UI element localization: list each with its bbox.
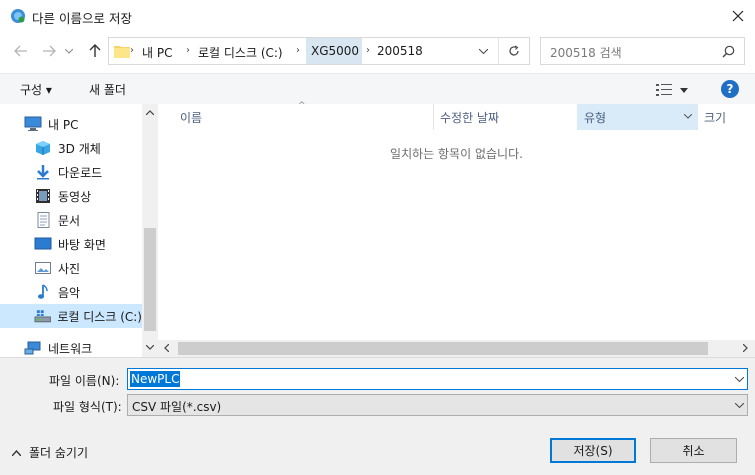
sidebar-item-music[interactable]: 음악 xyxy=(0,280,142,304)
save-form: 파일 이름(N): NewPLC 파일 형식(T): CSV 파일(*.csv)… xyxy=(0,357,755,475)
toolbar: 구성 ▾ 새 폴더 ? xyxy=(0,73,755,104)
arrow-up-icon xyxy=(89,44,101,57)
breadcrumb-local-disk[interactable]: 로컬 디스크 (C:) xyxy=(198,44,283,61)
download-icon xyxy=(37,165,49,180)
chevron-down-icon xyxy=(684,114,692,119)
document-icon xyxy=(37,212,50,228)
network-icon xyxy=(24,341,41,355)
back-button[interactable] xyxy=(10,38,32,64)
details-view-icon xyxy=(656,84,672,96)
close-icon xyxy=(732,10,743,22)
drive-icon xyxy=(34,310,51,323)
window-title: 다른 이름으로 저장 xyxy=(32,11,132,26)
desktop-icon xyxy=(34,237,52,250)
horizontal-scrollbar[interactable] xyxy=(158,340,755,357)
filetype-label: 파일 형식(T): xyxy=(53,400,122,414)
file-list[interactable] xyxy=(158,104,755,340)
sidebar-item-downloads[interactable]: 다운로드 xyxy=(0,160,142,184)
chevron-down-icon xyxy=(478,48,488,54)
filetype-value: CSV 파일(*.csv) xyxy=(132,400,222,414)
picture-icon xyxy=(35,262,51,274)
close-button[interactable] xyxy=(720,0,755,32)
video-icon xyxy=(36,189,50,203)
sidebar-item-local-disk[interactable]: 로컬 디스크 (C:) xyxy=(0,304,142,328)
folder-icon xyxy=(114,46,130,58)
chevron-up-icon xyxy=(12,449,21,456)
refresh-button[interactable] xyxy=(498,38,528,64)
breadcrumb-xg5000[interactable]: XG5000 xyxy=(311,44,359,58)
chevron-right-icon xyxy=(743,344,748,352)
search-box[interactable]: 200518 검색 xyxy=(540,37,745,65)
chevron-up-icon xyxy=(146,110,154,115)
chevron-left-icon xyxy=(164,344,169,352)
refresh-icon xyxy=(508,45,519,56)
save-button[interactable]: 저장(S) xyxy=(550,438,636,463)
column-header-type[interactable]: 유형 xyxy=(577,104,697,130)
filename-input[interactable]: NewPLC xyxy=(130,371,181,387)
view-options-button[interactable] xyxy=(656,80,698,100)
scrollbar-thumb[interactable] xyxy=(144,228,156,331)
search-input[interactable]: 200518 검색 xyxy=(550,44,622,61)
forward-button[interactable] xyxy=(38,38,60,64)
3d-objects-icon xyxy=(36,141,50,155)
breadcrumb-current[interactable]: 200518 xyxy=(377,44,423,58)
pc-icon xyxy=(24,116,42,131)
help-icon: ? xyxy=(726,82,734,96)
column-header-name[interactable]: 이름 xyxy=(158,104,434,130)
organize-button[interactable]: 구성 ▾ xyxy=(20,81,52,98)
chevron-down-icon xyxy=(735,377,744,382)
navigation-scrollbar[interactable] xyxy=(142,104,158,357)
breadcrumb-separator: › xyxy=(296,45,300,56)
recent-dropdown[interactable] xyxy=(62,38,76,64)
column-header-date[interactable]: 수정한 날짜 xyxy=(434,104,577,130)
breadcrumb-separator: › xyxy=(186,45,190,56)
sidebar-item-3d-objects[interactable]: 3D 개체 xyxy=(0,136,142,160)
filename-field[interactable]: NewPLC xyxy=(127,368,748,390)
breadcrumb-separator: › xyxy=(366,45,370,56)
cancel-button[interactable]: 취소 xyxy=(650,438,737,463)
sidebar-item-this-pc[interactable]: 내 PC xyxy=(0,112,142,136)
navigation-pane: 내 PC 3D 개체 다운로드 동영상 문서 바탕 화면 사진 음악 로컬 디스… xyxy=(0,104,158,357)
empty-message: 일치하는 항목이 없습니다. xyxy=(390,147,523,161)
chevron-down-icon xyxy=(65,48,73,54)
column-header-size[interactable]: 크기 xyxy=(698,104,755,130)
app-icon xyxy=(10,8,26,24)
chevron-down-icon xyxy=(735,403,744,408)
help-button[interactable]: ? xyxy=(721,80,739,98)
breadcrumb-separator: › xyxy=(130,45,134,56)
sidebar-item-documents[interactable]: 문서 xyxy=(0,208,142,232)
arrow-left-icon xyxy=(14,45,27,57)
sidebar-item-videos[interactable]: 동영상 xyxy=(0,184,142,208)
scrollbar-thumb[interactable] xyxy=(178,342,708,355)
filename-label: 파일 이름(N): xyxy=(49,374,120,388)
title-bar: 다른 이름으로 저장 xyxy=(0,0,755,32)
breadcrumb-this-pc[interactable]: 내 PC xyxy=(142,44,172,61)
up-button[interactable] xyxy=(84,38,106,64)
music-icon xyxy=(38,284,48,299)
chevron-down-icon xyxy=(146,345,154,350)
hide-folders-toggle[interactable]: 폴더 숨기기 xyxy=(12,444,88,461)
filetype-select[interactable]: CSV 파일(*.csv) xyxy=(127,394,748,416)
address-dropdown[interactable] xyxy=(470,38,496,64)
sidebar-item-desktop[interactable]: 바탕 화면 xyxy=(0,232,142,256)
sidebar-item-pictures[interactable]: 사진 xyxy=(0,256,142,280)
chevron-down-icon xyxy=(680,87,688,93)
new-folder-button[interactable]: 새 폴더 xyxy=(89,81,126,98)
search-icon xyxy=(722,45,735,58)
arrow-right-icon xyxy=(43,45,56,57)
